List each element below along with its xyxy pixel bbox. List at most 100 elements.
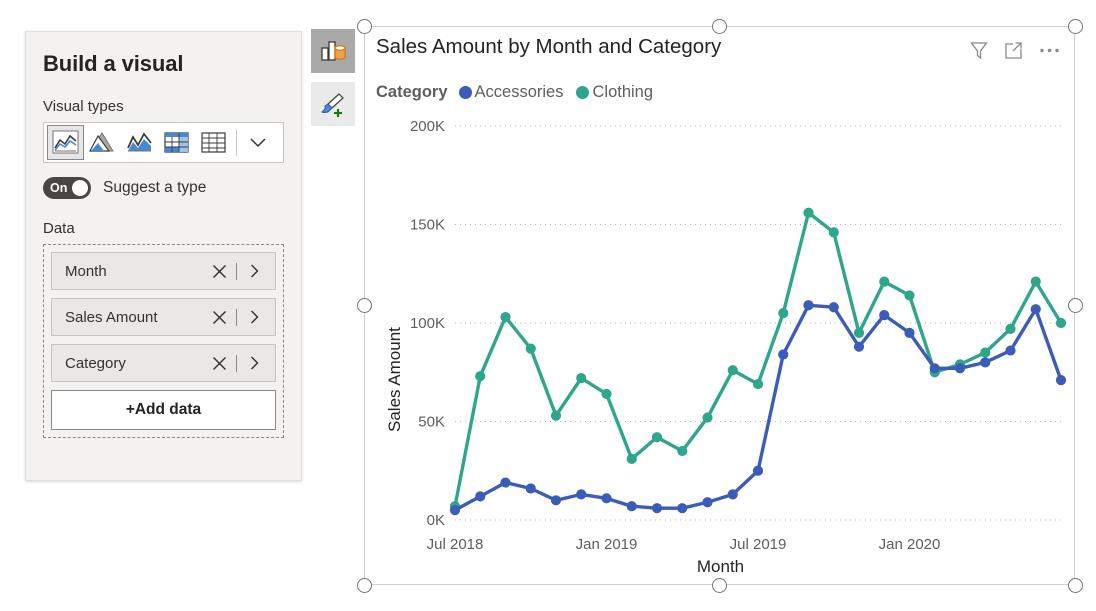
- visual-types-divider: [236, 129, 237, 156]
- visual-type-matrix-visual[interactable]: [158, 125, 195, 160]
- data-point[interactable]: [853, 341, 865, 352]
- data-point[interactable]: [576, 373, 587, 384]
- data-point[interactable]: [601, 493, 612, 504]
- pill-divider: [236, 354, 237, 372]
- series-line-accessories[interactable]: [453, 303, 1063, 512]
- y-axis-tick-label: 200K: [410, 118, 445, 135]
- data-point[interactable]: [778, 349, 789, 360]
- field-options-icon[interactable]: [243, 356, 265, 370]
- pill-divider: [236, 262, 237, 280]
- visual-types-gallery: [43, 122, 284, 163]
- data-point[interactable]: [727, 489, 738, 500]
- data-point[interactable]: [803, 300, 814, 311]
- format-visual-icon: [321, 93, 344, 117]
- data-point[interactable]: [500, 311, 511, 323]
- data-point[interactable]: [1030, 276, 1041, 287]
- field-options-icon[interactable]: [243, 264, 265, 278]
- data-point[interactable]: [853, 327, 865, 338]
- visual-type-table-visual[interactable]: [195, 125, 232, 160]
- remove-field-icon[interactable]: [208, 310, 230, 325]
- y-axis-tick-label: 150K: [410, 217, 445, 234]
- line-chart-icon: [127, 132, 152, 152]
- resize-handle-middle-right[interactable]: [1068, 298, 1083, 313]
- data-point[interactable]: [879, 310, 890, 321]
- field-name: Category: [65, 354, 126, 372]
- data-point[interactable]: [702, 412, 713, 423]
- data-point[interactable]: [980, 357, 991, 368]
- remove-field-icon[interactable]: [208, 356, 230, 371]
- field-name: Sales Amount: [65, 308, 158, 326]
- x-axis-tick-label: Jan 2019: [576, 536, 638, 553]
- visual-type-area-chart[interactable]: [84, 125, 121, 160]
- resize-handle-top-right[interactable]: [1068, 19, 1083, 34]
- y-axis-tick-label: 0K: [427, 512, 445, 529]
- data-point[interactable]: [828, 302, 839, 313]
- resize-handle-top-center[interactable]: [712, 19, 727, 34]
- suggest-a-type-toggle[interactable]: On: [43, 177, 91, 199]
- resize-handle-bottom-center[interactable]: [712, 578, 727, 593]
- build-visual-button[interactable]: [311, 29, 355, 73]
- field-pill-category[interactable]: Category: [51, 344, 276, 382]
- build-visual-icon: [321, 41, 346, 61]
- data-point[interactable]: [828, 227, 839, 238]
- data-point[interactable]: [601, 388, 612, 400]
- pane-title: Build a visual: [43, 51, 184, 76]
- visual-type-line-and-stacked-column-chart[interactable]: [47, 125, 84, 160]
- data-point[interactable]: [980, 347, 991, 358]
- chevron-down-icon: [250, 137, 266, 147]
- visual-pane-rail: [311, 29, 357, 135]
- data-point[interactable]: [626, 501, 637, 512]
- data-point[interactable]: [1005, 345, 1016, 356]
- visual-type-line-chart[interactable]: [121, 125, 158, 160]
- area-chart-icon: [89, 132, 114, 152]
- field-pill-month[interactable]: Month: [51, 252, 276, 290]
- visual-types-label: Visual types: [43, 98, 124, 115]
- remove-field-icon[interactable]: [208, 264, 230, 279]
- data-point[interactable]: [550, 495, 562, 506]
- data-point[interactable]: [778, 308, 789, 319]
- data-point[interactable]: [929, 363, 940, 374]
- series-line-clothing[interactable]: [453, 210, 1063, 508]
- data-point[interactable]: [702, 497, 713, 508]
- data-point[interactable]: [752, 465, 764, 476]
- data-point[interactable]: [1030, 304, 1041, 315]
- visual-types-expand-button[interactable]: [243, 125, 273, 160]
- data-point[interactable]: [677, 503, 688, 514]
- data-point[interactable]: [904, 327, 915, 338]
- data-field-well[interactable]: Month Sales Amount Category +Add data: [43, 244, 284, 438]
- format-visual-button[interactable]: [311, 82, 355, 126]
- add-data-button[interactable]: +Add data: [51, 390, 276, 430]
- data-point[interactable]: [576, 489, 587, 500]
- data-point[interactable]: [525, 343, 536, 354]
- resize-handle-middle-left[interactable]: [357, 298, 372, 313]
- data-point[interactable]: [1005, 323, 1016, 335]
- data-point[interactable]: [727, 365, 738, 376]
- data-point[interactable]: [1055, 375, 1067, 386]
- data-point[interactable]: [904, 290, 915, 301]
- data-point[interactable]: [525, 483, 536, 494]
- field-pill-sales-amount[interactable]: Sales Amount: [51, 298, 276, 336]
- visual-container[interactable]: Sales Amount by Month and Category Categ…: [364, 26, 1075, 585]
- chart-plot-area[interactable]: Sales Amount Month 0K 50K 100K 150K 200K Jul …: [365, 27, 1076, 586]
- data-point[interactable]: [752, 378, 764, 390]
- resize-handle-top-left[interactable]: [357, 19, 372, 34]
- x-axis-tick-label: Jan 2020: [879, 536, 941, 553]
- data-point[interactable]: [1055, 317, 1067, 329]
- data-point[interactable]: [803, 207, 814, 218]
- data-point[interactable]: [677, 445, 688, 457]
- data-point[interactable]: [626, 453, 637, 465]
- data-point[interactable]: [651, 503, 663, 514]
- data-point[interactable]: [475, 371, 486, 382]
- data-point[interactable]: [475, 491, 486, 502]
- resize-handle-bottom-left[interactable]: [357, 578, 372, 593]
- resize-handle-bottom-right[interactable]: [1068, 578, 1083, 593]
- data-point[interactable]: [954, 363, 966, 374]
- data-point[interactable]: [449, 505, 461, 516]
- data-point[interactable]: [550, 410, 562, 421]
- data-point[interactable]: [651, 432, 663, 443]
- matrix-visual-icon: [164, 132, 189, 153]
- data-point[interactable]: [500, 477, 511, 488]
- field-options-icon[interactable]: [243, 310, 265, 324]
- data-point[interactable]: [879, 276, 890, 287]
- close-icon: [212, 310, 226, 324]
